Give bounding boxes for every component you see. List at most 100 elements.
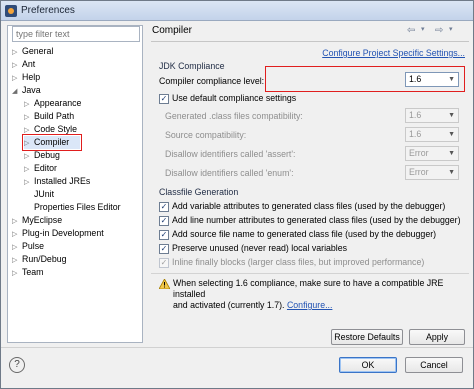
dropdown-arrow-icon: ▼ — [448, 76, 455, 83]
app-icon — [5, 5, 17, 17]
dropdown-arrow-icon: ▼ — [448, 131, 455, 138]
tree-label: Team — [22, 267, 44, 277]
select-value: 1.6 — [409, 74, 422, 84]
ok-button[interactable]: OK — [339, 357, 397, 373]
page-title: Compiler — [152, 25, 193, 36]
tree-item-pulse[interactable]: ▷ Pulse — [12, 240, 44, 253]
tree-item-editor[interactable]: ▷ Editor — [24, 162, 57, 175]
assert-identifiers-select[interactable]: Error ▼ — [405, 146, 459, 161]
variable-attributes-label: Add variable attributes to generated cla… — [172, 201, 446, 211]
source-compatibility-select[interactable]: 1.6 ▼ — [405, 127, 459, 142]
line-number-attributes-checkbox[interactable]: ✓ — [159, 216, 169, 226]
filter-input[interactable] — [12, 26, 140, 42]
tree-item-code-style[interactable]: ▷ Code Style — [24, 123, 77, 136]
tree-label: Editor — [34, 163, 57, 173]
tree-item-run-debug[interactable]: ▷ Run/Debug — [12, 253, 67, 266]
window-title: Preferences — [21, 5, 75, 16]
line-number-attributes-label: Add line number attributes to generated … — [172, 215, 461, 225]
tree-label: Pulse — [22, 241, 45, 251]
tree-label: Plug-in Development — [22, 228, 104, 238]
tree-item-junit[interactable]: JUnit — [34, 188, 54, 201]
dropdown-arrow-icon: ▼ — [448, 169, 455, 176]
navigation-buttons: ⇦ ▾ ⇨ ▾ — [407, 25, 467, 39]
variable-attributes-checkbox[interactable]: ✓ — [159, 202, 169, 212]
footer-separator — [1, 347, 473, 348]
forward-icon[interactable]: ⇨ — [435, 25, 443, 36]
configure-jre-link[interactable]: Configure... — [287, 300, 332, 310]
tree-label: Java — [22, 85, 41, 95]
tree-item-help[interactable]: ▷ Help — [12, 71, 40, 84]
select-value: 1.6 — [409, 129, 422, 139]
classfile-generation-heading: Classfile Generation — [159, 187, 239, 197]
select-value: 1.6 — [409, 110, 422, 120]
generated-class-files-label: Generated .class files compatibility: — [165, 111, 303, 121]
title-bar: Preferences — [1, 1, 473, 21]
select-value: Error — [409, 148, 429, 158]
tree-label: Code Style — [34, 124, 78, 134]
warning-icon — [159, 279, 170, 289]
source-compatibility-label: Source compatibility: — [165, 130, 247, 140]
use-default-checkbox[interactable]: ✓ — [159, 94, 169, 104]
compliance-warning: When selecting 1.6 compliance, make sure… — [173, 278, 463, 311]
back-icon[interactable]: ⇦ — [407, 25, 415, 36]
preferences-window: Preferences ▷General ▷Ant ▷Help ◢Java ▷A… — [0, 0, 474, 389]
expand-icon[interactable]: ▷ — [24, 176, 34, 189]
cancel-button[interactable]: Cancel — [405, 357, 463, 373]
warning-line-2: and activated (currently 1.7). — [173, 300, 285, 310]
enum-identifiers-label: Disallow identifiers called 'enum': — [165, 168, 294, 178]
tree-item-installed-jres[interactable]: ▷ Installed JREs — [24, 175, 90, 188]
preserve-unused-checkbox[interactable]: ✓ — [159, 244, 169, 254]
tree-label: Debug — [34, 150, 60, 160]
warning-line-1: When selecting 1.6 compliance, make sure… — [173, 278, 444, 299]
tree-label: JUnit — [34, 189, 55, 199]
forward-menu-icon[interactable]: ▾ — [449, 25, 453, 33]
section-divider — [151, 273, 469, 274]
tree-item-properties-files-editor[interactable]: Properties Files Editor — [34, 201, 121, 214]
select-value: Error — [409, 167, 429, 177]
dropdown-arrow-icon: ▼ — [448, 150, 455, 157]
tree-label: General — [22, 46, 54, 56]
tree-label: Ant — [22, 59, 36, 69]
dropdown-arrow-icon: ▼ — [448, 112, 455, 119]
tree-item-java[interactable]: ◢ Java — [12, 84, 41, 97]
back-menu-icon[interactable]: ▾ — [421, 25, 425, 33]
tree-item-myeclipse[interactable]: ▷ MyEclipse — [12, 214, 62, 227]
tree-label: MyEclipse — [22, 215, 63, 225]
apply-button[interactable]: Apply — [409, 329, 465, 345]
configure-project-settings-link[interactable]: Configure Project Specific Settings... — [322, 48, 465, 58]
enum-identifiers-select[interactable]: Error ▼ — [405, 165, 459, 180]
preserve-unused-label: Preserve unused (never read) local varia… — [172, 243, 348, 253]
tree-item-plugin-development[interactable]: ▷ Plug-in Development — [12, 227, 104, 240]
tree-label: Help — [22, 72, 41, 82]
source-file-name-checkbox[interactable]: ✓ — [159, 230, 169, 240]
tree-item-compiler[interactable]: ▷ Compiler — [22, 134, 82, 151]
source-file-name-label: Add source file name to generated class … — [172, 229, 437, 239]
inline-finally-label: Inline finally blocks (larger class file… — [172, 257, 425, 267]
compiler-compliance-label: Compiler compliance level: — [159, 76, 265, 86]
header-separator — [151, 41, 469, 42]
restore-defaults-button[interactable]: Restore Defaults — [331, 329, 403, 345]
tree-item-ant[interactable]: ▷ Ant — [12, 58, 35, 71]
collapse-icon[interactable]: ◢ — [12, 85, 22, 98]
tree-item-general[interactable]: ▷ General — [12, 45, 53, 58]
jdk-compliance-heading: JDK Compliance — [159, 61, 225, 71]
tree-label: Run/Debug — [22, 254, 67, 264]
tree-label: Compiler — [34, 137, 70, 147]
tree-item-appearance[interactable]: ▷ Appearance — [24, 97, 81, 110]
assert-identifiers-label: Disallow identifiers called 'assert': — [165, 149, 296, 159]
tree-label: Build Path — [34, 111, 75, 121]
expand-icon[interactable]: ▷ — [12, 267, 22, 280]
use-default-label: Use default compliance settings — [172, 93, 297, 103]
help-icon[interactable]: ? — [9, 357, 25, 373]
compliance-level-select[interactable]: 1.6 ▼ — [405, 72, 459, 87]
tree-item-build-path[interactable]: ▷ Build Path — [24, 110, 74, 123]
inline-finally-checkbox[interactable]: ✓ — [159, 258, 169, 268]
tree-label: Installed JREs — [34, 176, 91, 186]
tree-item-team[interactable]: ▷ Team — [12, 266, 44, 279]
tree-item-debug[interactable]: ▷ Debug — [24, 149, 60, 162]
preferences-navigation: ▷General ▷Ant ▷Help ◢Java ▷Appearance ▷B… — [7, 25, 143, 343]
generated-class-files-select[interactable]: 1.6 ▼ — [405, 108, 459, 123]
tree-label: Appearance — [34, 98, 82, 108]
tree-label: Properties Files Editor — [34, 202, 121, 212]
compiler-settings-pane: Compiler ⇦ ▾ ⇨ ▾ Configure Project Speci… — [151, 25, 469, 345]
